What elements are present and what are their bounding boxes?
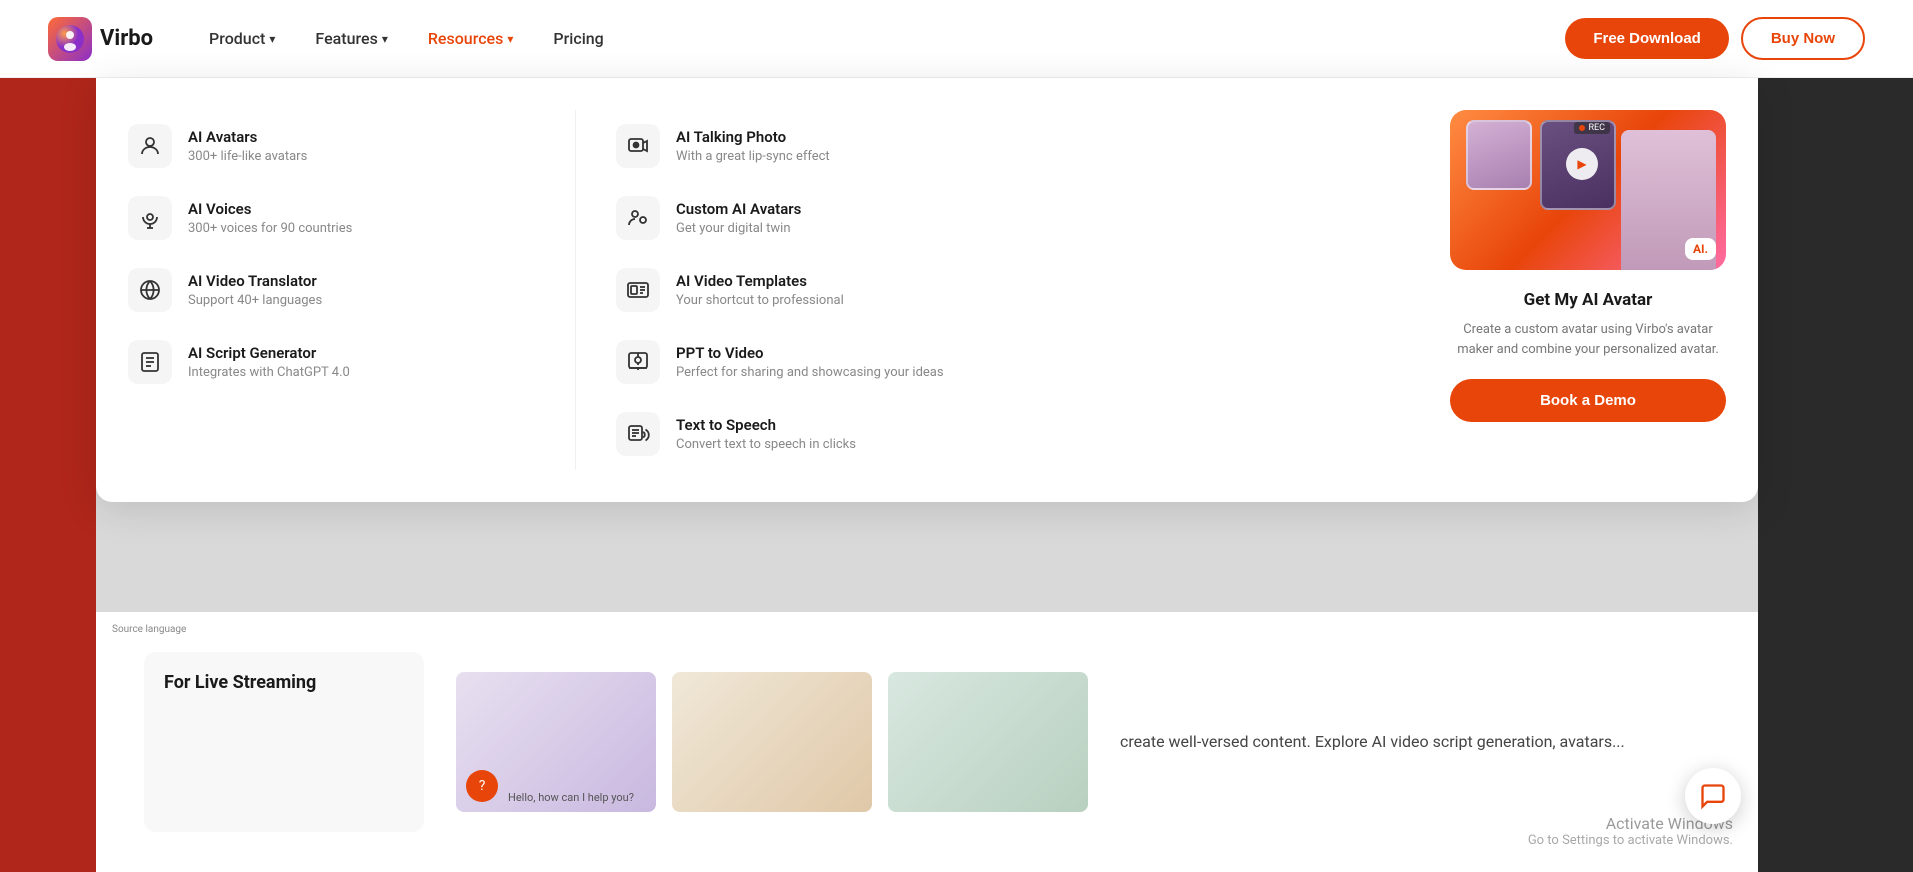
menu-ai-talking-photo[interactable]: AI Talking Photo With a great lip-sync e… xyxy=(616,110,1378,182)
menu-ai-avatars[interactable]: AI Avatars 300+ life-like avatars xyxy=(128,110,543,182)
product-chevron-icon: ▾ xyxy=(269,32,275,46)
menu-ai-voices[interactable]: AI Voices 300+ voices for 90 countries xyxy=(128,182,543,254)
bottom-text-content: create well-versed content. Explore AI v… xyxy=(1120,729,1710,755)
menu-custom-ai-avatars[interactable]: Custom AI Avatars Get your digital twin xyxy=(616,182,1378,254)
bottom-description: create well-versed content. Explore AI v… xyxy=(1120,729,1710,755)
tts-icon xyxy=(616,412,660,456)
close-button[interactable]: ✕ xyxy=(1865,12,1901,48)
header-actions: Free Download Buy Now xyxy=(1565,17,1865,60)
preview-card-3 xyxy=(888,672,1088,812)
watermark-line2: Go to Settings to activate Windows. xyxy=(1528,833,1733,848)
header: Virbo Product ▾ Features ▾ Resources ▾ P… xyxy=(0,0,1913,78)
left-strip xyxy=(0,0,96,872)
book-demo-button[interactable]: Book a Demo xyxy=(1450,379,1726,422)
bottom-preview-cards: ? Hello, how can I help you? Source lang… xyxy=(456,672,1088,812)
resources-chevron-icon: ▾ xyxy=(507,32,513,46)
video-templates-icon xyxy=(616,268,660,312)
nav-features[interactable]: Features ▾ xyxy=(299,21,403,56)
menu-text-to-speech[interactable]: Text to Speech Convert text to speech in… xyxy=(616,398,1378,470)
live-streaming-title: For Live Streaming xyxy=(164,672,404,693)
avatar-thumb-small xyxy=(1466,120,1532,190)
rec-badge: REC xyxy=(1574,122,1610,134)
custom-avatar-icon xyxy=(616,196,660,240)
menu-ai-script-generator[interactable]: AI Script Generator Integrates with Chat… xyxy=(128,326,543,398)
menu-ai-video-templates[interactable]: AI Video Templates Your shortcut to prof… xyxy=(616,254,1378,326)
avatar-card-description: Create a custom avatar using Virbo's ava… xyxy=(1450,320,1726,359)
ppt-icon xyxy=(616,340,660,384)
talking-photo-icon xyxy=(616,124,660,168)
help-icon: ? xyxy=(466,770,498,802)
logo-icon xyxy=(48,17,92,61)
features-chevron-icon: ▾ xyxy=(382,32,388,46)
nav-pricing[interactable]: Pricing xyxy=(537,21,619,56)
avatar-card-title: Get My AI Avatar xyxy=(1450,290,1726,310)
menu-ppt-to-video[interactable]: PPT to Video Perfect for sharing and sho… xyxy=(616,326,1378,398)
chat-icon xyxy=(1699,782,1727,810)
source-language-label: Source language xyxy=(104,620,194,639)
menu-ai-video-translator[interactable]: AI Video Translator Support 40+ language… xyxy=(128,254,543,326)
avatar-icon xyxy=(128,124,172,168)
logo-text: Virbo xyxy=(100,26,153,51)
dropdown-left-column: AI Avatars 300+ life-like avatars AI Voi… xyxy=(96,110,576,470)
nav-resources[interactable]: Resources ▾ xyxy=(412,21,530,56)
logo[interactable]: Virbo xyxy=(48,17,153,61)
bottom-content-area: For Live Streaming ? Hello, how can I he… xyxy=(96,612,1758,872)
preview-card-2: Source language xyxy=(672,672,872,812)
preview-card-1: ? Hello, how can I help you? xyxy=(456,672,656,812)
dropdown-menu: AI Avatars 300+ life-like avatars AI Voi… xyxy=(96,78,1758,502)
card-caption-1: Hello, how can I help you? xyxy=(508,791,634,804)
dropdown-right-panel: ▶ REC AI. Get My AI Avatar Create a cust… xyxy=(1418,110,1758,470)
translate-icon xyxy=(128,268,172,312)
buy-now-button[interactable]: Buy Now xyxy=(1741,17,1865,60)
nav-product[interactable]: Product ▾ xyxy=(193,21,291,56)
avatar-preview-card: ▶ REC AI. xyxy=(1450,110,1726,270)
dropdown-middle-column: AI Talking Photo With a great lip-sync e… xyxy=(576,110,1418,470)
nav-bar: Product ▾ Features ▾ Resources ▾ Pricing xyxy=(193,21,1565,56)
right-strip xyxy=(1758,0,1913,872)
script-icon xyxy=(128,340,172,384)
chat-support-button[interactable] xyxy=(1685,768,1741,824)
play-button[interactable]: ▶ xyxy=(1566,148,1598,180)
voice-icon xyxy=(128,196,172,240)
live-streaming-card: For Live Streaming xyxy=(144,652,424,832)
free-download-button[interactable]: Free Download xyxy=(1565,18,1729,59)
ai-badge: AI. xyxy=(1685,238,1716,260)
